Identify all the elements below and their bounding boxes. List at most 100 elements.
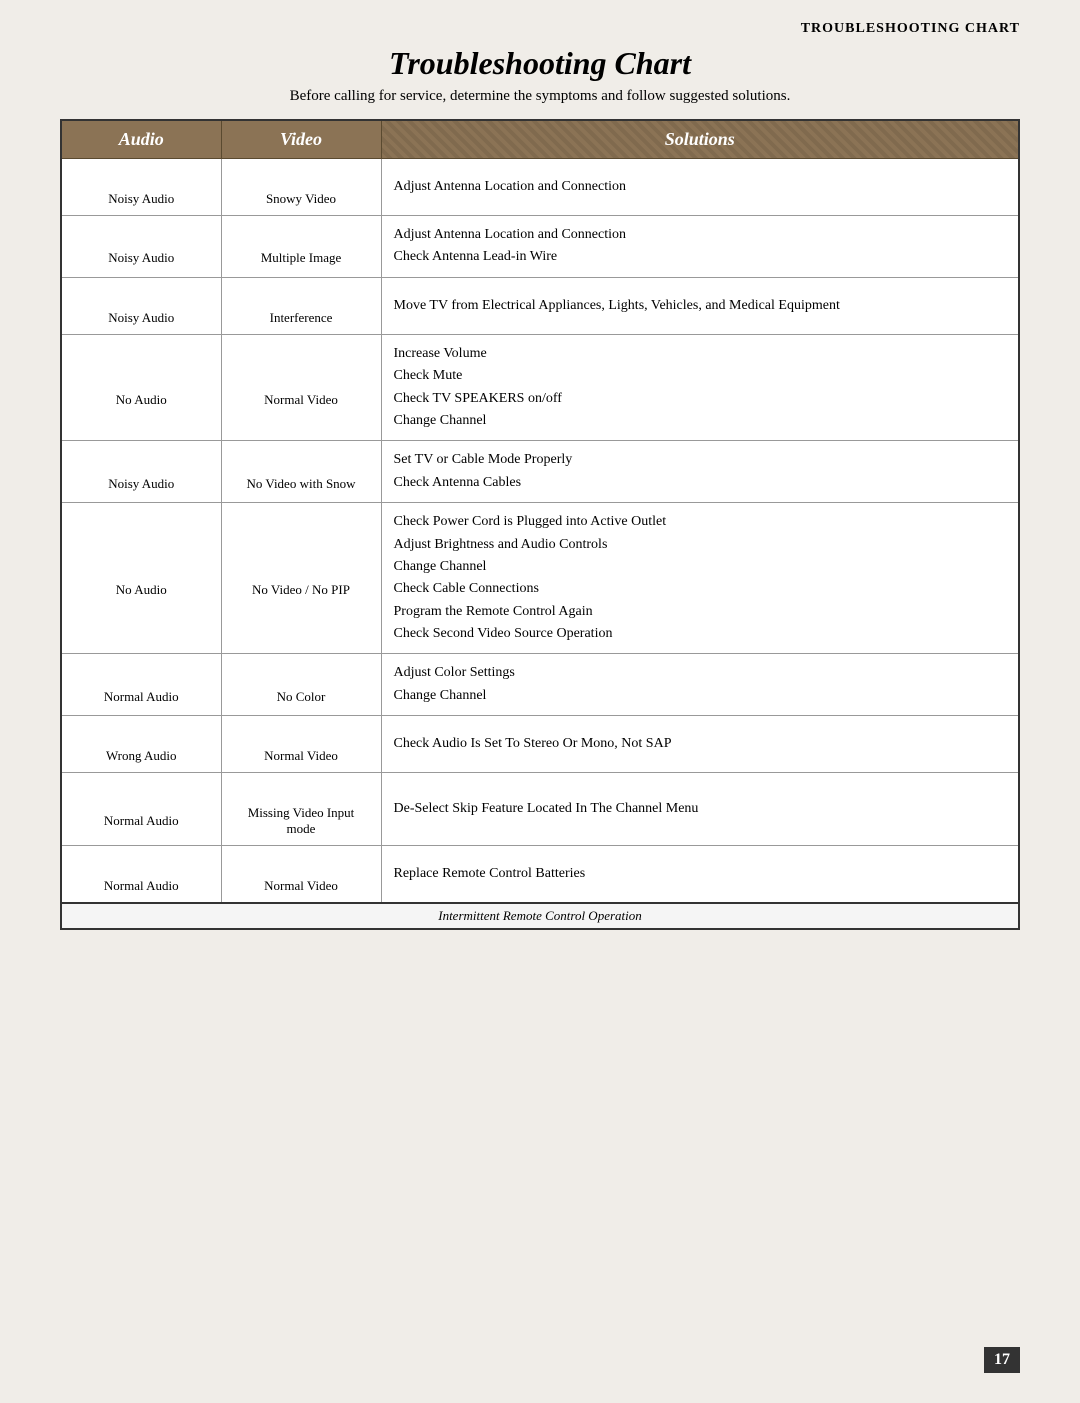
- solution-item: Change Channel: [394, 556, 1007, 578]
- video-header: Video: [221, 120, 381, 159]
- solutions-cell: Move TV from Electrical Appliances, Ligh…: [381, 277, 1019, 334]
- video-label: Snowy Video: [266, 191, 336, 207]
- page-number: 17: [984, 1347, 1020, 1373]
- solution-item: Check Antenna Lead-in Wire: [394, 246, 1007, 268]
- video-label: No Video / No PIP: [252, 582, 350, 598]
- video-icon-cell: Normal Video: [234, 724, 369, 764]
- video-cell: Normal Video: [221, 846, 381, 904]
- subtitle: Before calling for service, determine th…: [60, 88, 1020, 105]
- audio-label: Noisy Audio: [108, 310, 174, 326]
- audio-icon-cell: Normal Audio: [74, 789, 209, 829]
- solutions-cell: Adjust Antenna Location and Connection: [381, 159, 1019, 216]
- video-icon-cell: Multiple Image: [234, 226, 369, 266]
- video-label: Missing Video Input mode: [234, 805, 369, 837]
- audio-header: Audio: [61, 120, 221, 159]
- solutions-cell: Set TV or Cable Mode ProperlyCheck Anten…: [381, 441, 1019, 503]
- solution-item: De-Select Skip Feature Located In The Ch…: [394, 798, 1007, 820]
- video-label: Normal Video: [264, 748, 338, 764]
- video-label: Normal Video: [264, 392, 338, 408]
- solution-item: Adjust Antenna Location and Connection: [394, 176, 1007, 198]
- page-title: Troubleshooting Chart: [60, 45, 1020, 82]
- audio-cell: Noisy Audio: [61, 277, 221, 334]
- audio-label: No Audio: [116, 392, 167, 408]
- video-label: Interference: [270, 310, 333, 326]
- video-label: No Color: [277, 689, 326, 705]
- solutions-cell: Replace Remote Control Batteries: [381, 846, 1019, 904]
- video-cell: Normal Video: [221, 716, 381, 773]
- audio-icon-cell: Wrong Audio: [74, 724, 209, 764]
- audio-label: Normal Audio: [104, 878, 179, 894]
- audio-cell: No Audio: [61, 334, 221, 441]
- video-icon-cell: No Color: [234, 665, 369, 705]
- audio-label: Normal Audio: [104, 813, 179, 829]
- footer-note: Intermittent Remote Control Operation: [61, 903, 1019, 929]
- solution-item: Increase Volume: [394, 343, 1007, 365]
- solution-item: Change Channel: [394, 685, 1007, 707]
- video-cell: Normal Video: [221, 334, 381, 441]
- audio-icon-cell: Noisy Audio: [74, 226, 209, 266]
- video-cell: VIDEO 1 Missing Video Input mode: [221, 773, 381, 846]
- audio-cell: Normal Audio: [61, 846, 221, 904]
- solution-item: Adjust Antenna Location and Connection: [394, 224, 1007, 246]
- video-label: No Video with Snow: [246, 476, 355, 492]
- solutions-cell: Check Audio Is Set To Stereo Or Mono, No…: [381, 716, 1019, 773]
- solution-item: Adjust Color Settings: [394, 662, 1007, 684]
- solution-item: Check Second Video Source Operation: [394, 623, 1007, 645]
- video-cell: Multiple Image: [221, 216, 381, 278]
- troubleshooting-chart: Audio Video Solutions Noisy Audio Snowy …: [60, 119, 1020, 930]
- audio-cell: Noisy Audio: [61, 216, 221, 278]
- audio-icon-cell: Noisy Audio: [74, 167, 209, 207]
- video-cell: Snowy Video: [221, 159, 381, 216]
- solution-item: Replace Remote Control Batteries: [394, 863, 1007, 885]
- solution-item: Adjust Brightness and Audio Controls: [394, 534, 1007, 556]
- solution-item: Check TV SPEAKERS on/off: [394, 388, 1007, 410]
- audio-cell: Normal Audio: [61, 773, 221, 846]
- solution-item: Change Channel: [394, 410, 1007, 432]
- video-cell: No Color: [221, 654, 381, 716]
- solutions-cell: Increase VolumeCheck MuteCheck TV SPEAKE…: [381, 334, 1019, 441]
- video-icon-cell: Interference: [234, 286, 369, 326]
- solution-item: Check Power Cord is Plugged into Active …: [394, 511, 1007, 533]
- audio-label: Noisy Audio: [108, 476, 174, 492]
- audio-icon-cell: No Audio: [74, 368, 209, 408]
- audio-cell: No Audio: [61, 503, 221, 654]
- audio-cell: Noisy Audio: [61, 441, 221, 503]
- audio-cell: Normal Audio: [61, 654, 221, 716]
- audio-label: Wrong Audio: [106, 748, 177, 764]
- audio-icon-cell: Normal Audio: [74, 665, 209, 705]
- video-label: Normal Video: [264, 878, 338, 894]
- solutions-cell: Check Power Cord is Plugged into Active …: [381, 503, 1019, 654]
- solution-item: Program the Remote Control Again: [394, 601, 1007, 623]
- solution-item: Move TV from Electrical Appliances, Ligh…: [394, 295, 1007, 317]
- video-label: Multiple Image: [261, 250, 342, 266]
- solution-item: Set TV or Cable Mode Properly: [394, 449, 1007, 471]
- video-icon-cell: VIDEO 1 Missing Video Input mode: [234, 781, 369, 837]
- video-icon-cell: No Video with Snow: [234, 452, 369, 492]
- audio-icon-cell: No Audio: [74, 558, 209, 598]
- video-cell: No Video with Snow: [221, 441, 381, 503]
- video-icon-cell: Normal Video: [234, 368, 369, 408]
- video-icon-cell: ? No Video / No PIP: [234, 558, 369, 598]
- video-cell: Interference: [221, 277, 381, 334]
- audio-icon-cell: Noisy Audio: [74, 286, 209, 326]
- header-title: Troubleshooting Chart: [801, 21, 1020, 36]
- solution-item: Check Cable Connections: [394, 578, 1007, 600]
- solution-item: Check Audio Is Set To Stereo Or Mono, No…: [394, 733, 1007, 755]
- audio-cell: Wrong Audio: [61, 716, 221, 773]
- audio-label: Normal Audio: [104, 689, 179, 705]
- audio-cell: Noisy Audio: [61, 159, 221, 216]
- solutions-cell: Adjust Color SettingsChange Channel: [381, 654, 1019, 716]
- audio-icon-cell: Normal Audio: [74, 854, 209, 894]
- audio-label: No Audio: [116, 582, 167, 598]
- audio-label: Noisy Audio: [108, 250, 174, 266]
- audio-label: Noisy Audio: [108, 191, 174, 207]
- video-cell: ? No Video / No PIP: [221, 503, 381, 654]
- page-header: Troubleshooting Chart: [60, 20, 1020, 37]
- solutions-header: Solutions: [381, 120, 1019, 159]
- audio-icon-cell: Noisy Audio: [74, 452, 209, 492]
- video-icon-cell: Normal Video: [234, 854, 369, 894]
- solution-item: Check Antenna Cables: [394, 472, 1007, 494]
- solution-item: Check Mute: [394, 365, 1007, 387]
- solutions-cell: De-Select Skip Feature Located In The Ch…: [381, 773, 1019, 846]
- solutions-cell: Adjust Antenna Location and ConnectionCh…: [381, 216, 1019, 278]
